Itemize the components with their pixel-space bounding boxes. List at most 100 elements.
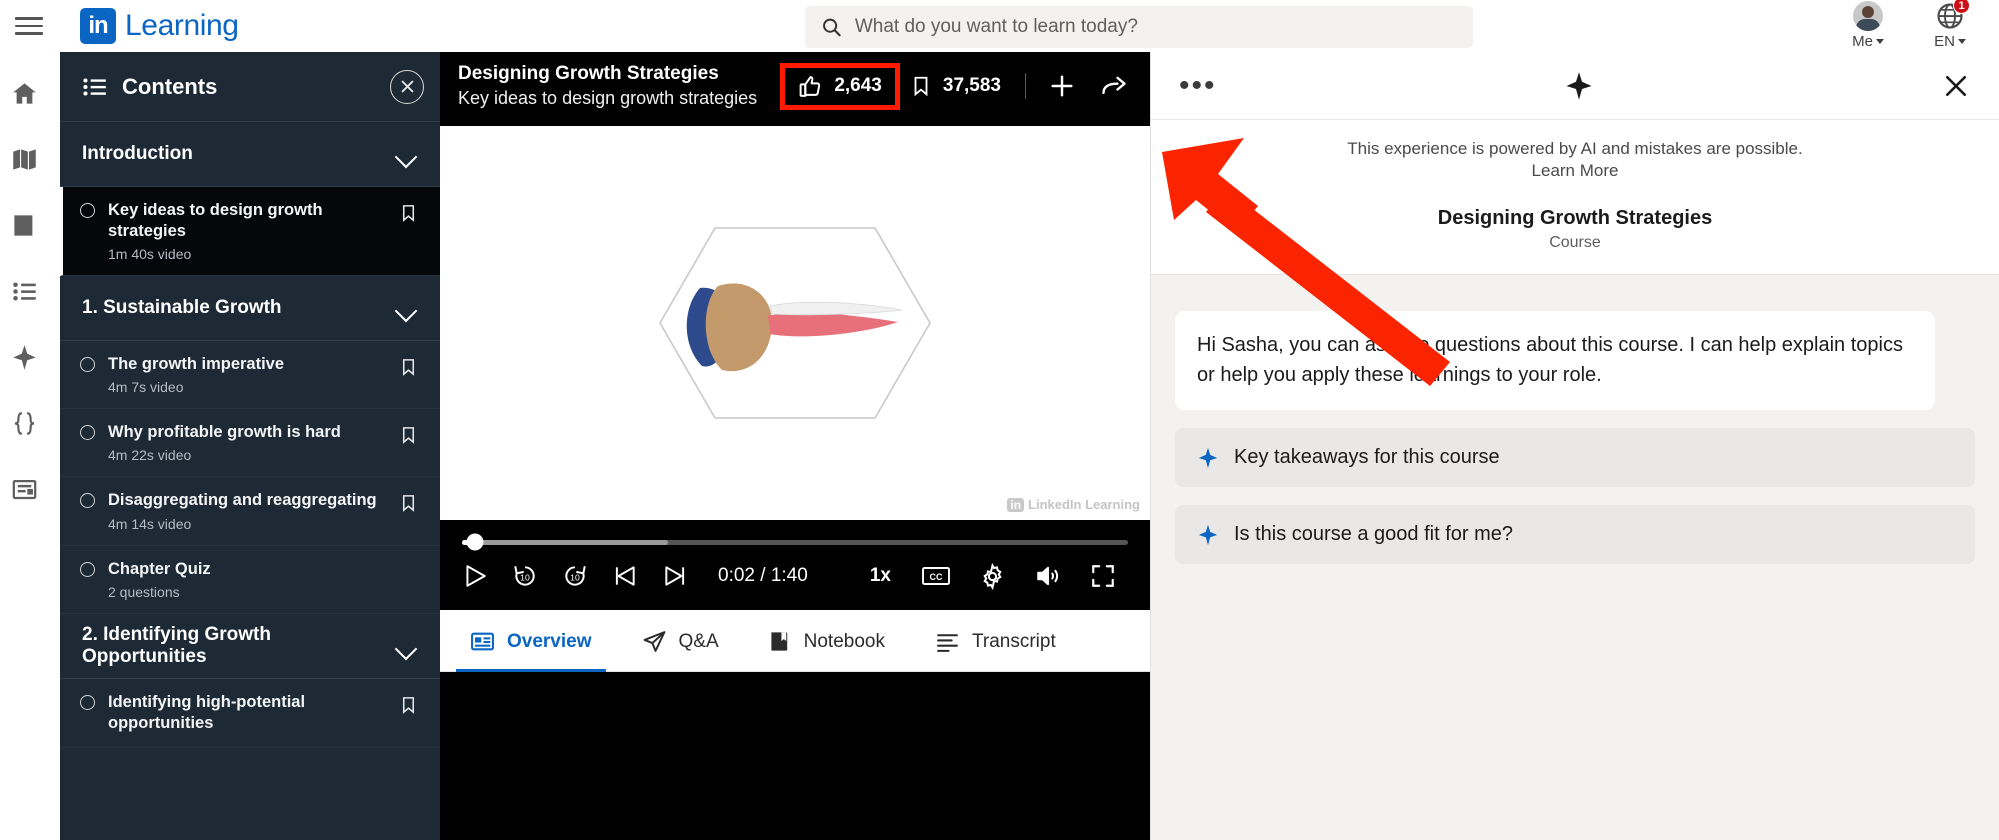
suggestion-label: Key takeaways for this course [1234, 446, 1500, 469]
closed-captions-icon[interactable]: CC [909, 564, 963, 588]
contents-section-identifying-growth[interactable]: 2. Identifying Growth Opportunities [60, 614, 440, 679]
control-right-group: 1x CC [856, 562, 1128, 590]
playback-speed-button[interactable]: 1x [856, 565, 905, 587]
video-stage[interactable]: in LinkedIn Learning [440, 120, 1150, 520]
lesson-item-chapter-quiz[interactable]: Chapter Quiz 2 questions [60, 546, 440, 614]
avatar [1853, 1, 1883, 31]
language-label-group: EN [1934, 33, 1966, 50]
ai-conversation: Hi Sasha, you can ask me questions about… [1151, 275, 1999, 565]
forward-10-icon[interactable]: 10 [550, 563, 600, 589]
video-column: Designing Growth Strategies Key ideas to… [440, 52, 1150, 840]
svg-text:10: 10 [520, 573, 530, 583]
progress-bar[interactable] [462, 533, 1128, 551]
book-icon[interactable] [7, 208, 41, 242]
lesson-status-circle [80, 493, 95, 509]
ai-course-title: Designing Growth Strategies [1437, 206, 1713, 229]
bookmark-icon[interactable] [399, 492, 418, 514]
bookmark-icon[interactable] [399, 424, 418, 446]
learn-more-link[interactable]: Learn More [1191, 161, 1959, 181]
watermark: in LinkedIn Learning [1007, 497, 1140, 512]
lesson-meta: 1m 40s video [108, 246, 192, 263]
divider [1025, 73, 1026, 99]
tab-label: Transcript [971, 630, 1056, 652]
lesson-item-growth-imperative[interactable]: The growth imperative 4m 7s video [60, 341, 440, 410]
plus-icon[interactable] [1036, 66, 1088, 106]
previous-video-icon[interactable] [600, 563, 650, 589]
me-menu[interactable]: Me [1829, 0, 1907, 52]
svg-text:10: 10 [570, 573, 580, 583]
search-input[interactable] [854, 16, 1457, 38]
lesson-item-high-potential[interactable]: Identifying high-potential opportunities [60, 679, 440, 748]
control-row: 10 10 0:02 / 1:40 1x CC [462, 562, 1128, 590]
likes-count: 2,643 [834, 75, 882, 96]
video-stats-group: 2,643 37,583 [780, 62, 1140, 110]
lesson-status-circle [80, 357, 95, 373]
globe-wrap: 1 [1935, 0, 1970, 31]
tab-overview[interactable]: Overview [448, 610, 614, 672]
ai-suggestion-key-takeaways[interactable]: Key takeaways for this course [1175, 428, 1975, 488]
saves-stat[interactable]: 37,583 [896, 67, 1015, 105]
lesson-item-disaggregating[interactable]: Disaggregating and reaggregating 4m 14s … [60, 477, 440, 546]
more-options-icon[interactable]: ••• [1179, 70, 1217, 100]
chevron-down-icon [396, 302, 418, 314]
chevron-down-icon [1875, 39, 1884, 44]
sparkle-icon [1198, 524, 1218, 545]
contents-section-introduction[interactable]: Introduction [60, 122, 440, 187]
fullscreen-icon[interactable] [1078, 563, 1128, 589]
tab-label: Notebook [803, 630, 885, 652]
sparkle-icon[interactable] [7, 340, 41, 374]
language-menu[interactable]: 1 EN [1911, 0, 1989, 52]
tab-transcript[interactable]: Transcript [913, 610, 1078, 672]
share-arrow-icon[interactable] [1088, 66, 1140, 106]
video-frame-illustration [630, 198, 960, 448]
play-icon[interactable] [462, 563, 500, 589]
ai-suggestion-good-fit[interactable]: Is this course a good fit for me? [1175, 505, 1975, 565]
volume-icon[interactable] [1022, 563, 1074, 589]
progress-track[interactable] [462, 533, 1128, 551]
lesson-meta: 4m 7s video [108, 379, 184, 396]
sparkle-icon [1198, 447, 1218, 468]
tab-qa[interactable]: Q&A [620, 610, 741, 672]
rewind-10-icon[interactable]: 10 [500, 563, 550, 589]
list-icon [83, 77, 106, 96]
code-braces-icon[interactable] [7, 406, 41, 440]
bookmark-icon[interactable] [399, 694, 418, 716]
section-title: 1. Sustainable Growth [82, 297, 282, 319]
send-icon [643, 631, 665, 652]
search-bar[interactable] [805, 6, 1473, 48]
lesson-status-circle [80, 694, 95, 710]
lesson-status-circle [80, 561, 95, 577]
list-icon[interactable] [7, 274, 41, 308]
lesson-title: Identifying high-potential opportunities [108, 692, 306, 732]
bookmark-icon[interactable] [399, 356, 418, 378]
bookmark-icon[interactable] [399, 202, 418, 224]
map-icon[interactable] [7, 142, 41, 176]
course-title: Designing Growth Strategies [458, 62, 719, 84]
lesson-meta: 4m 14s video [108, 515, 192, 532]
likes-stat[interactable]: 2,643 [780, 62, 900, 110]
ai-panel-header: ••• [1151, 52, 1999, 120]
contents-header: Contents [60, 52, 440, 122]
gear-icon[interactable] [967, 562, 1018, 590]
next-video-icon[interactable] [650, 563, 700, 589]
progress-handle[interactable] [466, 533, 484, 551]
me-label-group: Me [1852, 33, 1884, 50]
lesson-status-circle [80, 203, 95, 218]
hamburger-menu-icon[interactable] [0, 0, 58, 52]
chevron-down-icon [1957, 39, 1966, 44]
home-icon[interactable] [7, 76, 41, 110]
lesson-item-key-ideas[interactable]: Key ideas to design growth strategies 1m… [60, 187, 440, 277]
lesson-item-profitable-growth[interactable]: Why profitable growth is hard 4m 22s vid… [60, 409, 440, 478]
certificate-icon[interactable] [7, 472, 41, 506]
section-title: 2. Identifying Growth Opportunities [82, 623, 271, 667]
video-controls: 10 10 0:02 / 1:40 1x CC [440, 520, 1150, 610]
lesson-title: Disaggregating and reaggregating [108, 491, 377, 510]
linkedin-learning-app: in Learning Me [0, 0, 1999, 840]
close-icon[interactable] [1941, 71, 1971, 101]
close-icon[interactable] [390, 69, 424, 104]
brand-logo[interactable]: in Learning [80, 8, 239, 44]
tab-notebook[interactable]: Notebook [747, 610, 907, 672]
lesson-title: The growth imperative [108, 355, 285, 374]
contents-panel: Contents Introduction Key ideas to desig… [60, 52, 440, 840]
contents-section-sustainable-growth[interactable]: 1. Sustainable Growth [60, 276, 440, 342]
